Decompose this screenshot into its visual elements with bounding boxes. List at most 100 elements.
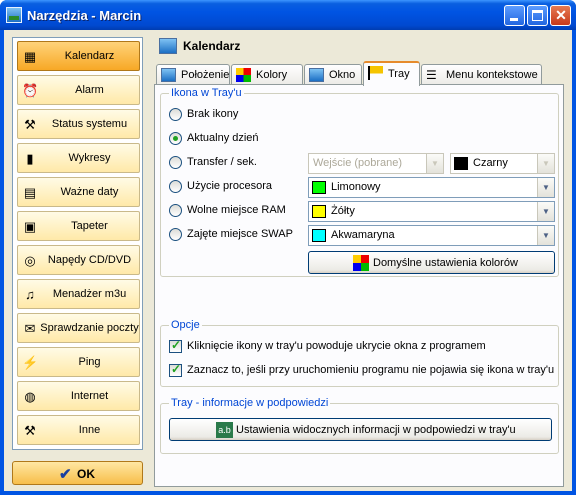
chevron-down-icon[interactable]: ▼ bbox=[537, 178, 554, 197]
checkbox-icon-missing-fix[interactable]: Zaznacz to, jeśli przy uruchomieniu prog… bbox=[161, 362, 555, 379]
sidebar-item-wykresy[interactable]: ▮ Wykresy bbox=[17, 143, 140, 173]
app-icon bbox=[6, 7, 22, 23]
sidebar-item-label: Inne bbox=[78, 424, 101, 436]
sidebar-item-napędy-cd-dvd[interactable]: ◎ Napędy CD/DVD bbox=[17, 245, 140, 275]
sidebar-item-label: Tapeter bbox=[71, 220, 108, 232]
chevron-down-icon[interactable]: ▼ bbox=[537, 226, 554, 245]
sidebar-item-status-systemu[interactable]: ⚒ Status systemu bbox=[17, 109, 140, 139]
radio-uzycie-procesora[interactable]: Użycie procesora bbox=[161, 179, 301, 195]
maximize-button[interactable] bbox=[527, 5, 548, 26]
ram-color-select[interactable]: Żółty ▼ bbox=[308, 201, 555, 222]
tab-label: Położenie bbox=[181, 69, 230, 81]
sidebar-item-internet[interactable]: ◍ Internet bbox=[17, 381, 140, 411]
radio-label: Wolne miejsce RAM bbox=[187, 204, 286, 216]
transfer-color-select[interactable]: Czarny ▼ bbox=[450, 153, 555, 174]
chevron-down-icon[interactable]: ▼ bbox=[426, 154, 443, 173]
tools-icon: ⚒ bbox=[24, 117, 36, 132]
sidebar-item-label: Ważne daty bbox=[60, 186, 119, 198]
color-grid-icon bbox=[353, 255, 369, 271]
sidebar-item-label: Menadżer m3u bbox=[52, 288, 127, 300]
sidebar-item-alarm[interactable]: ⏰ Alarm bbox=[17, 75, 140, 105]
swap-color-select[interactable]: Akwamaryna ▼ bbox=[308, 225, 555, 246]
close-button[interactable]: ✕ bbox=[550, 5, 571, 26]
tooltip-group: Tray - informacje w podpowiedzi a.b Usta… bbox=[160, 397, 559, 454]
sidebar: ▦ Kalendarz ⏰ Alarm ⚒ Status systemu ▮ Wykresy ▤… bbox=[12, 37, 143, 450]
radio-button[interactable] bbox=[169, 156, 182, 169]
window-client: ▦ Kalendarz ⏰ Alarm ⚒ Status systemu ▮ Wykresy ▤… bbox=[4, 30, 572, 491]
sidebar-item-label: Sprawdzanie poczty bbox=[40, 322, 139, 334]
ok-label: OK bbox=[77, 467, 95, 481]
chevron-down-icon[interactable]: ▼ bbox=[537, 202, 554, 221]
sidebar-item-sprawdzanie-poczty[interactable]: ✉ Sprawdzanie poczty bbox=[17, 313, 140, 343]
cd-icon: ◎ bbox=[24, 253, 36, 268]
maximize-icon bbox=[532, 10, 543, 21]
group-legend: Ikona w Tray'u bbox=[169, 87, 244, 99]
sidebar-item-ping[interactable]: ⚡ Ping bbox=[17, 347, 140, 377]
group-legend: Tray - informacje w podpowiedzi bbox=[169, 397, 331, 409]
chevron-down-icon[interactable]: ▼ bbox=[537, 154, 554, 173]
sidebar-item-kalendarz[interactable]: ▦ Kalendarz bbox=[17, 41, 140, 71]
options-group: Opcje Kliknięcie ikony w tray'u powoduje… bbox=[160, 319, 559, 387]
plug-icon: ⚡ bbox=[22, 355, 39, 370]
tab-label: Kolory bbox=[256, 69, 288, 81]
select-value: Czarny bbox=[473, 157, 508, 169]
tab-polozenie[interactable]: Położenie bbox=[156, 64, 230, 85]
checkbox-hide-window-on-click[interactable]: Kliknięcie ikony w tray'u powoduje ukryc… bbox=[161, 338, 551, 355]
radio-brak-ikony[interactable]: Brak ikony bbox=[161, 107, 311, 123]
calendar-icon bbox=[159, 38, 177, 54]
alarm-clock-icon: ⏰ bbox=[22, 83, 39, 98]
radio-label: Transfer / sek. bbox=[187, 156, 257, 168]
radio-label: Użycie procesora bbox=[187, 180, 272, 192]
radio-button[interactable] bbox=[169, 108, 182, 121]
tab-page-tray: Ikona w Tray'u Brak ikony Aktualny dzień… bbox=[154, 84, 564, 487]
sidebar-item-menadżer-m3u[interactable]: ♫ Menadżer m3u bbox=[17, 279, 140, 309]
checkbox-checked[interactable] bbox=[169, 338, 182, 353]
radio-aktualny-dzien[interactable]: Aktualny dzień bbox=[161, 131, 311, 147]
ok-button[interactable]: ✔ OK bbox=[12, 461, 143, 485]
sidebar-item-label: Kalendarz bbox=[64, 50, 115, 62]
title-bar[interactable]: Narzędzia - Marcin ✕ bbox=[0, 0, 576, 30]
sidebar-item-label: Internet bbox=[70, 390, 109, 402]
button-label: Domyślne ustawienia kolorów bbox=[373, 257, 518, 269]
radio-button[interactable] bbox=[169, 204, 182, 217]
sidebar-item-label: Ping bbox=[78, 356, 101, 368]
sidebar-item-ważne-daty[interactable]: ▤ Ważne daty bbox=[17, 177, 140, 207]
monitor-icon: ▣ bbox=[23, 219, 37, 234]
radio-zajete-miejsce-swap[interactable]: Zajęte miejsce SWAP bbox=[161, 227, 301, 243]
radio-button-selected[interactable] bbox=[169, 132, 182, 145]
tooltip-settings-button[interactable]: a.b Ustawienia widocznych informacji w p… bbox=[169, 418, 552, 441]
checkbox-label: Zaznacz to, jeśli przy uruchomieniu prog… bbox=[187, 364, 555, 376]
sidebar-item-inne[interactable]: ⚒ Inne bbox=[17, 415, 140, 445]
text-edit-icon: a.b bbox=[216, 422, 233, 438]
radio-transfer[interactable]: Transfer / sek. bbox=[161, 155, 301, 171]
button-label: Ustawienia widocznych informacji w podpo… bbox=[236, 424, 516, 436]
color-swatch bbox=[312, 229, 326, 242]
transfer-source-select[interactable]: Wejście (pobrane) ▼ bbox=[308, 153, 444, 174]
radio-button[interactable] bbox=[169, 180, 182, 193]
tab-menu-kontekstowe[interactable]: ☰ Menu kontekstowe bbox=[421, 64, 542, 85]
hammer-icon: ⚒ bbox=[24, 423, 36, 438]
tab-label: Okno bbox=[329, 69, 356, 81]
radio-label: Aktualny dzień bbox=[187, 132, 259, 144]
minimize-button[interactable] bbox=[504, 5, 525, 26]
cpu-color-select[interactable]: Limonowy ▼ bbox=[308, 177, 555, 198]
sidebar-item-label: Alarm bbox=[75, 84, 104, 96]
tab-tray[interactable]: Tray bbox=[363, 61, 420, 86]
calendar-icon: ▦ bbox=[23, 49, 37, 64]
tab-kolory[interactable]: Kolory bbox=[231, 64, 303, 85]
sidebar-item-tapeter[interactable]: ▣ Tapeter bbox=[17, 211, 140, 241]
calendar-icon bbox=[161, 68, 176, 82]
radio-button[interactable] bbox=[169, 228, 182, 241]
select-value: Żółty bbox=[331, 205, 355, 217]
tray-icon-group: Ikona w Tray'u Brak ikony Aktualny dzień… bbox=[160, 87, 559, 277]
date-table-icon: ▤ bbox=[23, 185, 37, 200]
radio-wolne-miejsce-ram[interactable]: Wolne miejsce RAM bbox=[161, 203, 301, 219]
color-grid-icon bbox=[236, 68, 251, 82]
default-colors-button[interactable]: Domyślne ustawienia kolorów bbox=[308, 251, 555, 274]
tab-label: Menu kontekstowe bbox=[446, 69, 538, 81]
checkmark-icon: ✔ bbox=[59, 466, 72, 483]
tab-okno[interactable]: Okno bbox=[304, 64, 362, 85]
select-value: Akwamaryna bbox=[331, 229, 395, 241]
color-swatch bbox=[454, 157, 468, 170]
checkbox-checked[interactable] bbox=[169, 362, 182, 377]
